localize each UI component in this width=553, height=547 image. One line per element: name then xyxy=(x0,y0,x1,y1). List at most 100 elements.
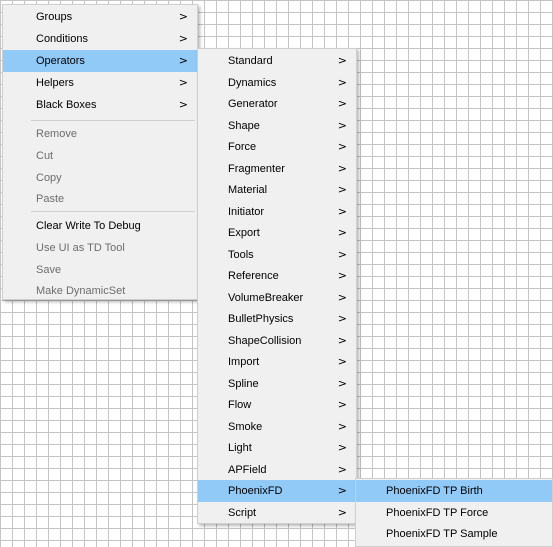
menu-item-label: Flow xyxy=(228,399,252,411)
menu-item-helpers[interactable]: Helpers > xyxy=(3,72,197,94)
submenu-arrow-icon: > xyxy=(337,484,347,497)
menu-item-black-boxes[interactable]: Black Boxes > xyxy=(3,94,197,116)
menu-item-groups[interactable]: Groups > xyxy=(3,6,197,28)
submenu-operators: Standard > Dynamics > Generator > Shape … xyxy=(197,48,357,524)
menu-item-label: Conditions xyxy=(36,33,88,45)
menu-item-dynamics[interactable]: Dynamics > xyxy=(198,72,356,94)
menu-item-label: BulletPhysics xyxy=(228,313,294,325)
menu-item-light[interactable]: Light > xyxy=(198,437,356,459)
submenu-arrow-icon: > xyxy=(337,334,347,347)
submenu-arrow-icon: > xyxy=(178,98,188,111)
submenu-arrow-icon: > xyxy=(337,54,347,67)
menu-item-script[interactable]: Script > xyxy=(198,502,356,524)
menu-item-label: Groups xyxy=(36,11,73,23)
menu-item-import[interactable]: Import > xyxy=(198,351,356,373)
menu-item-export[interactable]: Export > xyxy=(198,222,356,244)
menu-item-label: Helpers xyxy=(36,77,74,89)
menu-item-label: Fragmenter xyxy=(228,163,285,175)
menu-item-generator[interactable]: Generator > xyxy=(198,93,356,115)
menu-item-standard[interactable]: Standard > xyxy=(198,50,356,72)
submenu-arrow-icon: > xyxy=(337,119,347,132)
menu-item-label: Smoke xyxy=(228,421,263,433)
menu-item-make-dynamicset[interactable]: Make DynamicSet xyxy=(3,280,197,302)
menu-item-label: PhoenixFD TP Force xyxy=(386,507,489,519)
menu-item-label: Copy xyxy=(36,172,62,184)
menu-item-label: Save xyxy=(36,264,62,276)
menu-item-spline[interactable]: Spline > xyxy=(198,373,356,395)
menu-item-label: Clear Write To Debug xyxy=(36,220,141,232)
menu-item-label: PhoenixFD TP Birth xyxy=(386,485,483,497)
menu-item-flow[interactable]: Flow > xyxy=(198,394,356,416)
menu-item-shape[interactable]: Shape > xyxy=(198,115,356,137)
menu-item-label: Import xyxy=(228,356,260,368)
menu-item-material[interactable]: Material > xyxy=(198,179,356,201)
context-menu-main: Groups > Conditions > Operators > Helper… xyxy=(2,4,198,300)
submenu-arrow-icon: > xyxy=(337,269,347,282)
submenu-arrow-icon: > xyxy=(337,377,347,390)
submenu-arrow-icon: > xyxy=(178,54,188,67)
menu-item-label: Standard xyxy=(228,55,273,67)
submenu-arrow-icon: > xyxy=(178,76,188,89)
menu-item-label: Use UI as TD Tool xyxy=(36,242,125,254)
submenu-arrow-icon: > xyxy=(337,226,347,239)
menu-item-reference[interactable]: Reference > xyxy=(198,265,356,287)
submenu-arrow-icon: > xyxy=(178,10,188,23)
submenu-arrow-icon: > xyxy=(337,312,347,325)
menu-item-label: Remove xyxy=(36,128,77,140)
menu-item-label: PhoenixFD TP Sample xyxy=(386,528,498,540)
submenu-arrow-icon: > xyxy=(178,32,188,45)
menu-item-label: Script xyxy=(228,507,257,519)
menu-item-shapecollision[interactable]: ShapeCollision > xyxy=(198,330,356,352)
menu-item-label: Initiator xyxy=(228,206,265,218)
menu-item-apfield[interactable]: APField > xyxy=(198,459,356,481)
menu-item-label: Spline xyxy=(228,378,259,390)
menu-item-copy[interactable]: Copy xyxy=(3,167,197,189)
submenu-arrow-icon: > xyxy=(337,355,347,368)
menu-item-phoenixfd-tp-birth[interactable]: PhoenixFD TP Birth xyxy=(356,480,552,502)
menu-item-label: Reference xyxy=(228,270,279,282)
menu-item-use-ui-as-td-tool[interactable]: Use UI as TD Tool xyxy=(3,237,197,259)
menu-item-cut[interactable]: Cut xyxy=(3,145,197,167)
menu-item-phoenixfd-tp-sample[interactable]: PhoenixFD TP Sample xyxy=(356,523,552,545)
submenu-phoenixfd: PhoenixFD TP Birth PhoenixFD TP Force Ph… xyxy=(355,478,553,547)
menu-item-save[interactable]: Save xyxy=(3,259,197,281)
submenu-arrow-icon: > xyxy=(337,162,347,175)
menu-item-tools[interactable]: Tools > xyxy=(198,244,356,266)
submenu-arrow-icon: > xyxy=(337,441,347,454)
menu-item-paste[interactable]: Paste xyxy=(3,188,197,210)
menu-item-label: Black Boxes xyxy=(36,99,97,111)
submenu-arrow-icon: > xyxy=(337,97,347,110)
submenu-arrow-icon: > xyxy=(337,463,347,476)
menu-separator xyxy=(31,211,195,212)
menu-item-label: Export xyxy=(228,227,260,239)
menu-item-label: VolumeBreaker xyxy=(228,292,304,304)
menu-item-fragmenter[interactable]: Fragmenter > xyxy=(198,158,356,180)
menu-item-label: Paste xyxy=(36,193,65,205)
submenu-arrow-icon: > xyxy=(337,183,347,196)
menu-item-conditions[interactable]: Conditions > xyxy=(3,28,197,50)
menu-item-label: Force xyxy=(228,141,257,153)
menu-item-label: Shape xyxy=(228,120,260,132)
menu-item-operators[interactable]: Operators > xyxy=(3,50,197,72)
menu-item-phoenixfd-tp-force[interactable]: PhoenixFD TP Force xyxy=(356,502,552,524)
menu-separator xyxy=(31,120,195,121)
menu-item-bulletphysics[interactable]: BulletPhysics > xyxy=(198,308,356,330)
menu-item-label: Dynamics xyxy=(228,77,277,89)
menu-item-clear-write-to-debug[interactable]: Clear Write To Debug xyxy=(3,215,197,237)
menu-item-label: Generator xyxy=(228,98,278,110)
menu-item-force[interactable]: Force > xyxy=(198,136,356,158)
menu-item-initiator[interactable]: Initiator > xyxy=(198,201,356,223)
submenu-arrow-icon: > xyxy=(337,420,347,433)
submenu-arrow-icon: > xyxy=(337,76,347,89)
menu-item-smoke[interactable]: Smoke > xyxy=(198,416,356,438)
menu-item-volumebreaker[interactable]: VolumeBreaker > xyxy=(198,287,356,309)
menu-item-label: Make DynamicSet xyxy=(36,285,126,297)
menu-item-label: PhoenixFD xyxy=(228,485,283,497)
menu-item-label: Cut xyxy=(36,150,54,162)
submenu-arrow-icon: > xyxy=(337,205,347,218)
submenu-arrow-icon: > xyxy=(337,248,347,261)
menu-item-phoenixfd[interactable]: PhoenixFD > xyxy=(198,480,356,502)
submenu-arrow-icon: > xyxy=(337,398,347,411)
menu-item-remove[interactable]: Remove xyxy=(3,123,197,145)
submenu-arrow-icon: > xyxy=(337,140,347,153)
